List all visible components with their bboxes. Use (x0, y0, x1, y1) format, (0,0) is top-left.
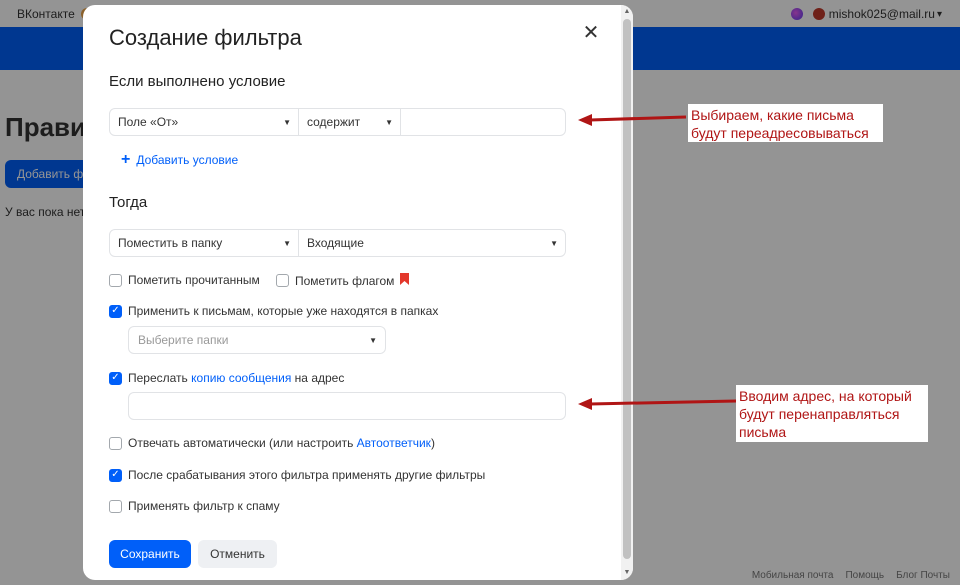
dialog-title: Создание фильтра (109, 25, 302, 50)
scrollbar-thumb[interactable] (623, 19, 631, 559)
annotation-arrow-2 (578, 398, 737, 410)
forward-copy-link[interactable]: копию сообщения (191, 371, 291, 385)
action-folder-value: Входящие (307, 236, 364, 250)
mark-read-checkbox[interactable] (109, 273, 122, 287)
autoreply-checkbox[interactable] (109, 436, 122, 450)
plus-icon: + (121, 151, 131, 168)
autoreply-label-before: Отвечать автоматически (или настроить (128, 436, 357, 450)
folders-placeholder: Выберите папки (138, 333, 229, 347)
scrollbar[interactable]: ▲ ▼ (621, 5, 633, 580)
annotation-arrow-1 (578, 114, 687, 126)
apply-existing-option[interactable]: ✓ Применить к письмам, которые уже наход… (109, 304, 438, 318)
save-button[interactable]: Сохранить (109, 540, 191, 568)
close-icon[interactable]: ✕ (581, 23, 601, 43)
condition-operator-select[interactable]: содержит ▼ (299, 109, 401, 135)
caret-down-icon: ▼ (550, 239, 558, 248)
condition-operator-value: содержит (307, 115, 361, 129)
caret-down-icon: ▼ (283, 239, 291, 248)
action-folder-select[interactable]: Входящие ▼ (299, 230, 565, 256)
filter-dialog: Создание фильтра ✕ Если выполнено услови… (83, 5, 633, 580)
forward-address-input[interactable] (128, 392, 566, 420)
condition-field-value: Поле «От» (118, 115, 179, 129)
caret-down-icon: ▼ (283, 118, 291, 127)
cancel-button[interactable]: Отменить (198, 540, 277, 568)
scroll-down-icon[interactable]: ▼ (623, 569, 631, 577)
caret-down-icon: ▼ (369, 336, 377, 345)
forward-label-before: Переслать (128, 371, 192, 385)
autoreply-label: Отвечать автоматически (или настроить Ав… (128, 436, 435, 450)
condition-section-title: Если выполнено условие (109, 73, 286, 90)
apply-existing-label: Применить к письмам, которые уже находят… (128, 304, 439, 318)
condition-value-input[interactable] (401, 109, 565, 135)
action-row: Поместить в папку ▼ Входящие ▼ (109, 229, 566, 257)
forward-checkbox[interactable]: ✓ (109, 371, 122, 385)
mark-flag-checkbox[interactable] (276, 274, 289, 287)
action-type-select[interactable]: Поместить в папку ▼ (110, 230, 299, 256)
apply-spam-label: Применять фильтр к спаму (128, 499, 280, 513)
annotation-note-2: Вводим адрес, на который будут перенапра… (736, 385, 928, 442)
scroll-up-icon[interactable]: ▲ (623, 8, 631, 16)
forward-label: Переслать копию сообщения на адрес (128, 371, 344, 385)
autoreply-option[interactable]: Отвечать автоматически (или настроить Ав… (109, 436, 435, 450)
add-condition-label: Добавить условие (136, 153, 239, 167)
apply-spam-checkbox[interactable] (109, 499, 122, 513)
apply-other-checkbox[interactable]: ✓ (109, 468, 122, 482)
add-condition-button[interactable]: + Добавить условие (121, 151, 238, 169)
apply-existing-checkbox[interactable]: ✓ (109, 304, 122, 318)
autoreply-link[interactable]: Автоответчик (357, 436, 431, 450)
forward-label-after: на адрес (291, 371, 345, 385)
folders-select[interactable]: Выберите папки ▼ (128, 326, 386, 354)
condition-row: Поле «От» ▼ содержит ▼ (109, 108, 566, 136)
autoreply-label-after: ) (430, 436, 435, 450)
mark-read-option[interactable]: Пометить прочитанным (109, 273, 260, 287)
mark-flag-label: Пометить флагом (295, 273, 395, 288)
caret-down-icon: ▼ (385, 118, 393, 127)
action-type-value: Поместить в папку (118, 236, 223, 250)
flag-icon (400, 273, 410, 288)
apply-other-option[interactable]: ✓ После срабатывания этого фильтра приме… (109, 468, 485, 482)
mark-flag-option[interactable]: Пометить флагом (276, 273, 410, 288)
apply-spam-option[interactable]: Применять фильтр к спаму (109, 499, 280, 513)
apply-other-label: После срабатывания этого фильтра применя… (128, 468, 486, 482)
then-section-title: Тогда (109, 194, 148, 211)
mark-read-label: Пометить прочитанным (128, 273, 260, 287)
condition-field-select[interactable]: Поле «От» ▼ (110, 109, 299, 135)
annotation-note-1: Выбираем, какие письма будут переадресов… (688, 104, 883, 142)
forward-option[interactable]: ✓ Переслать копию сообщения на адрес (109, 371, 344, 385)
